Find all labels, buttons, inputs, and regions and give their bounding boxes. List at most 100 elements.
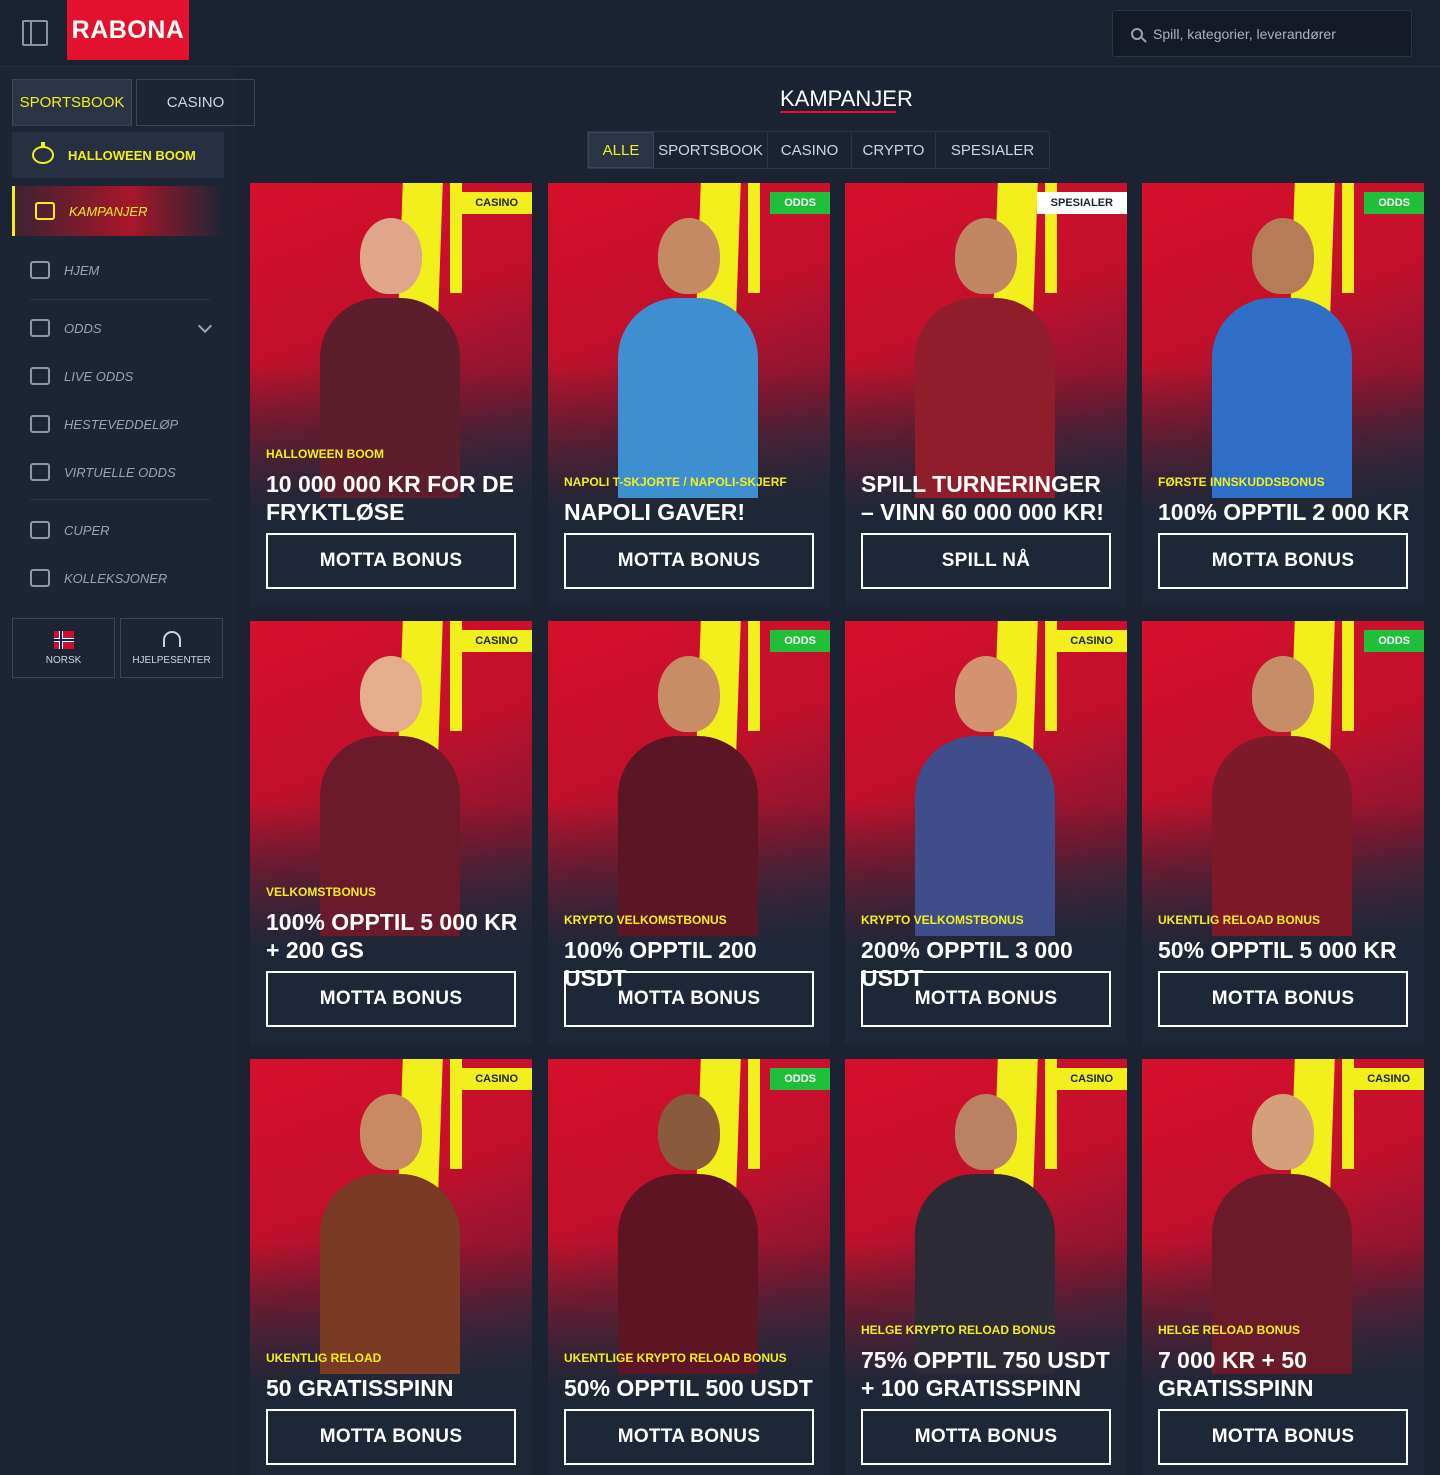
category-badge: ODDS: [1364, 192, 1424, 214]
promo-image: [548, 621, 830, 951]
promo-title: 7 000 KR + 50 GRATISSPINN: [1158, 1347, 1314, 1401]
promo-image: [845, 621, 1127, 951]
promo-subtitle: VELKOMSTBONUS: [266, 885, 377, 899]
title-underline: [780, 111, 896, 113]
sidebar-item-live-odds[interactable]: LIVE ODDS: [30, 367, 210, 385]
trophy-icon: [30, 521, 50, 539]
promo-cta-button[interactable]: MOTTA BONUS: [861, 971, 1111, 1027]
category-badge: CASINO: [461, 1068, 532, 1090]
gift-icon: [35, 202, 55, 220]
promo-card[interactable]: CASINO KRYPTO VELKOMSTBONUS 200% OPPTIL 3 …: [845, 621, 1127, 1045]
tab-sportsbook[interactable]: SPORTSBOOK: [12, 79, 132, 126]
promo-title: 100% OPPTIL 2 000 KR: [1158, 499, 1410, 525]
promo-card[interactable]: SPESIALER SPILL TURNERINGER – VINN 60 000…: [845, 183, 1127, 607]
sidebar-item-label: KOLLEKSJONER: [64, 570, 168, 586]
mode-tabs: SPORTSBOOK CASINO: [12, 79, 255, 126]
promo-subtitle: FØRSTE INNSKUDDSBONUS: [1158, 475, 1325, 489]
category-badge: ODDS: [770, 192, 830, 214]
promo-image: [845, 1059, 1127, 1389]
promo-card[interactable]: CASINO HALLOWEEN BOOM 10 000 000 KR FOR DE…: [250, 183, 532, 607]
sidebar-item-odds[interactable]: ODDS: [30, 318, 213, 337]
promo-cta-button[interactable]: MOTTA BONUS: [1158, 533, 1408, 589]
promo-cta-button[interactable]: MOTTA BONUS: [266, 533, 516, 589]
promo-card[interactable]: ODDS UKENTLIGE KRYPTO RELOAD BONUS 50% OPP…: [548, 1059, 830, 1475]
divider: [30, 299, 210, 300]
promo-title: 75% OPPTIL 750 USDT + 100 GRATISSPINN: [861, 1347, 1110, 1401]
promo-subtitle: HELGE KRYPTO RELOAD BONUS: [861, 1323, 1056, 1337]
promo-subtitle: UKENTLIG RELOAD: [266, 1351, 382, 1365]
sidebar-item-kampanjer[interactable]: KAMPANJER: [12, 186, 224, 236]
category-badge: ODDS: [770, 630, 830, 652]
promo-cta-button[interactable]: MOTTA BONUS: [564, 533, 814, 589]
language-label: NORSK: [45, 654, 82, 666]
sidebar-item-kolleksjoner[interactable]: KOLLEKSJONER: [30, 569, 210, 587]
promo-card[interactable]: ODDS NAPOLI T-SKJORTE / NAPOLI-SKJERF NAPO…: [548, 183, 830, 607]
promo-title: NAPOLI GAVER!: [564, 499, 746, 525]
promo-image: [250, 1059, 532, 1389]
filter-crypto[interactable]: CRYPTO: [852, 132, 936, 168]
sidebar-item-virtuelle-odds[interactable]: VIRTUELLE ODDS: [30, 463, 210, 481]
sidebar-bottom-buttons: NORSK HJELPESENTER: [12, 618, 223, 678]
sidebar: SPORTSBOOK CASINO HALLOWEEN BOOM KAMPANJ…: [0, 68, 255, 1475]
tab-casino[interactable]: CASINO: [136, 79, 255, 126]
promo-card[interactable]: ODDS FØRSTE INNSKUDDSBONUS 100% OPPTIL 2 0…: [1142, 183, 1424, 607]
headset-icon: [162, 630, 181, 647]
help-center-label: HJELPESENTER: [132, 654, 211, 666]
promo-card[interactable]: CASINO VELKOMSTBONUS 100% OPPTIL 5 000 KR …: [250, 621, 532, 1045]
promo-title: 50 GRATISSPINN: [266, 1375, 454, 1401]
promo-cta-button[interactable]: MOTTA BONUS: [564, 1409, 814, 1465]
search-icon: [1131, 27, 1143, 40]
promo-subtitle: NAPOLI T-SKJORTE / NAPOLI-SKJERF: [564, 475, 787, 489]
category-badge: CASINO: [1353, 1068, 1424, 1090]
rabona-logo[interactable]: RABONA: [67, 0, 189, 60]
sidebar-item-label: VIRTUELLE ODDS: [64, 464, 176, 480]
promo-cta-button[interactable]: MOTTA BONUS: [861, 1409, 1111, 1465]
norway-flag-icon: [53, 630, 74, 649]
promo-cta-button[interactable]: MOTTA BONUS: [1158, 971, 1408, 1027]
search-box[interactable]: [1112, 10, 1412, 57]
promo-cta-button[interactable]: MOTTA BONUS: [266, 971, 516, 1027]
promo-card[interactable]: ODDS UKENTLIG RELOAD BONUS 50% OPPTIL 5 00…: [1142, 621, 1424, 1045]
sidebar-item-label: ODDS: [64, 320, 102, 336]
live-icon: [30, 367, 50, 385]
category-badge: ODDS: [1364, 630, 1424, 652]
promo-title: SPILL TURNERINGER – VINN 60 000 000 KR!: [861, 471, 1104, 525]
language-button[interactable]: NORSK: [12, 618, 115, 678]
promo-cta-button[interactable]: SPILL NÅ: [861, 533, 1111, 589]
chevron-down-icon[interactable]: [197, 318, 213, 334]
category-badge: SPESIALER: [1036, 192, 1127, 214]
filter-spesialer[interactable]: SPESIALER: [936, 132, 1049, 168]
filter-casino[interactable]: CASINO: [768, 132, 852, 168]
category-badge: CASINO: [1056, 630, 1127, 652]
promo-image: [548, 183, 830, 513]
promo-title: 10 000 000 KR FOR DE FRYKTLØSE: [266, 471, 515, 525]
filter-alle[interactable]: ALLE: [588, 132, 654, 168]
halloween-boom-link[interactable]: HALLOWEEN BOOM: [12, 132, 224, 178]
promo-card[interactable]: CASINO UKENTLIG RELOAD 50 GRATISSPINN MOTTA…: [250, 1059, 532, 1475]
sidebar-item-hesteveddelop[interactable]: HESTEVEDDELØP: [30, 415, 210, 433]
promo-subtitle: UKENTLIG RELOAD BONUS: [1158, 913, 1320, 927]
promo-image: [250, 183, 532, 513]
sidebar-item-hjem[interactable]: HJEM: [30, 261, 210, 279]
sidebar-item-cuper[interactable]: CUPER: [30, 521, 210, 539]
promo-cta-button[interactable]: MOTTA BONUS: [1158, 1409, 1408, 1465]
promo-image: [1142, 621, 1424, 951]
help-center-button[interactable]: HJELPESENTER: [120, 618, 223, 678]
sidebar-item-label: LIVE ODDS: [64, 368, 134, 384]
filter-sportsbook[interactable]: SPORTSBOOK: [654, 132, 768, 168]
promo-card[interactable]: ODDS KRYPTO VELKOMSTBONUS 100% OPPTIL 200 …: [548, 621, 830, 1045]
promo-subtitle: UKENTLIGE KRYPTO RELOAD BONUS: [564, 1351, 787, 1365]
sidebar-item-label: HESTEVEDDELØP: [64, 416, 179, 432]
promo-cta-button[interactable]: MOTTA BONUS: [564, 971, 814, 1027]
sidebar-toggle-icon[interactable]: [22, 20, 48, 46]
promo-cta-button[interactable]: MOTTA BONUS: [266, 1409, 516, 1465]
promo-image: [1142, 183, 1424, 513]
sidebar-item-label: CUPER: [64, 522, 110, 538]
football-icon: [30, 319, 50, 337]
search-input[interactable]: [1153, 25, 1393, 42]
promo-card[interactable]: CASINO HELGE KRYPTO RELOAD BONUS 75% OPPTI…: [845, 1059, 1127, 1475]
promo-image: [1142, 1059, 1424, 1389]
promo-card[interactable]: CASINO HELGE RELOAD BONUS 7 000 KR + 50 GR…: [1142, 1059, 1424, 1475]
promo-title: 50% OPPTIL 500 USDT: [564, 1375, 813, 1401]
promo-image: [845, 183, 1127, 513]
